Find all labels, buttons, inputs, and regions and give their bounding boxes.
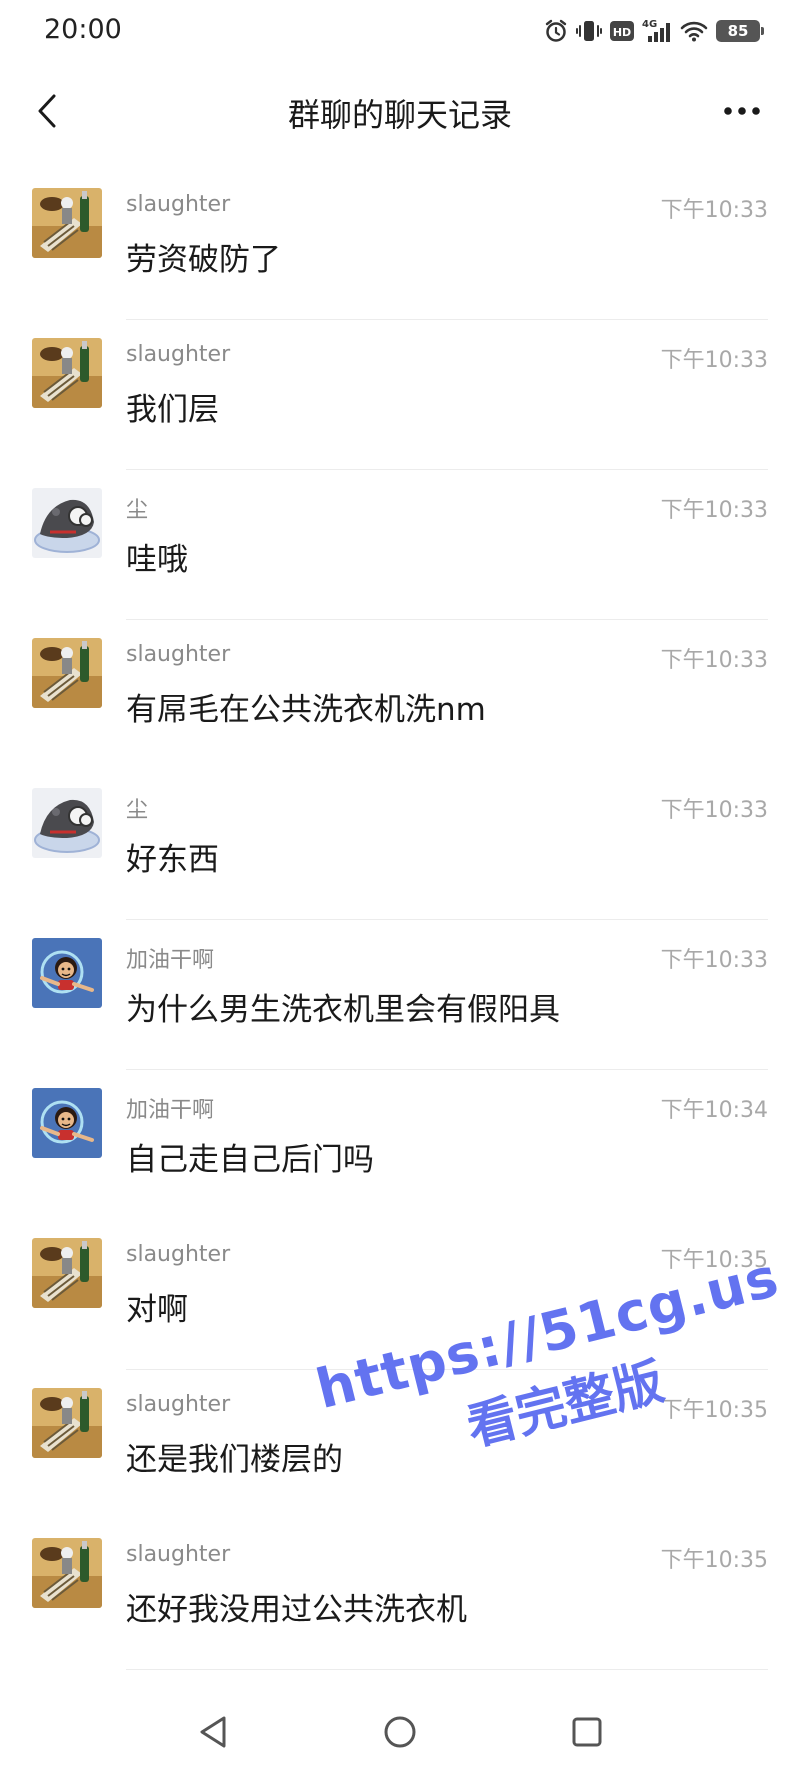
page-title: 群聊的聊天记录 xyxy=(287,96,512,134)
system-back-button[interactable] xyxy=(183,1702,243,1762)
message-time: 下午10:35 xyxy=(660,1398,768,1423)
sender-name: slaughter xyxy=(126,1542,231,1567)
sender-name: 加油干啊 xyxy=(126,948,215,973)
message-text: 劳资破防了 xyxy=(126,242,281,278)
message-text: 还好我没用过公共洗衣机 xyxy=(126,1592,467,1628)
message-text: 对啊 xyxy=(126,1292,188,1328)
alarm-icon xyxy=(545,19,567,42)
more-button[interactable] xyxy=(714,86,770,136)
message-time: 下午10:35 xyxy=(660,1548,768,1573)
signal-4g-icon: 4G xyxy=(642,19,670,42)
avatar[interactable] xyxy=(32,788,102,858)
list-item[interactable]: slaughter 下午10:33 有屌毛在公共洗衣机洗nm xyxy=(0,620,800,770)
triangle-back-icon xyxy=(200,1716,226,1748)
avatar[interactable] xyxy=(32,1238,102,1308)
battery-indicator: 85 xyxy=(716,20,764,42)
svg-text:HD: HD xyxy=(613,26,631,39)
message-time: 下午10:33 xyxy=(660,948,768,973)
status-bar: 20:00 HD 4G 85 xyxy=(0,0,800,62)
avatar[interactable] xyxy=(32,938,102,1008)
list-item[interactable]: slaughter 下午10:33 我们层 xyxy=(0,320,800,470)
avatar[interactable] xyxy=(32,1088,102,1158)
divider xyxy=(126,1669,768,1670)
message-time: 下午10:33 xyxy=(660,798,768,823)
message-text: 有屌毛在公共洗衣机洗nm xyxy=(126,692,486,728)
sender-name: slaughter xyxy=(126,342,231,367)
more-horizontal-icon xyxy=(724,107,760,115)
message-time: 下午10:33 xyxy=(660,348,768,373)
hd-icon: HD xyxy=(610,21,634,41)
square-recents-icon xyxy=(572,1717,602,1747)
sender-name: 加油干啊 xyxy=(126,1098,215,1123)
system-home-button[interactable] xyxy=(370,1702,430,1762)
message-time: 下午10:33 xyxy=(660,198,768,223)
message-time: 下午10:35 xyxy=(660,1248,768,1273)
system-navigation-bar xyxy=(0,1680,800,1784)
svg-text:4G: 4G xyxy=(642,19,657,30)
list-item[interactable]: slaughter 下午10:35 还好我没用过公共洗衣机 xyxy=(0,1520,800,1670)
status-time: 20:00 xyxy=(44,14,122,45)
sender-name: 尘 xyxy=(126,798,149,823)
chat-history-list[interactable]: slaughter 下午10:33 劳资破防了 slaughter 下午10:3… xyxy=(0,170,800,1670)
message-text: 好东西 xyxy=(126,842,219,878)
vibrate-icon xyxy=(576,21,602,41)
sender-name: 尘 xyxy=(126,498,149,523)
list-item[interactable]: 加油干啊 下午10:34 自己走自己后门吗 xyxy=(0,1070,800,1220)
avatar[interactable] xyxy=(32,188,102,258)
list-item[interactable]: 尘 下午10:33 哇哦 xyxy=(0,470,800,620)
message-text: 我们层 xyxy=(126,392,219,428)
sender-name: slaughter xyxy=(126,1242,231,1267)
avatar[interactable] xyxy=(32,488,102,558)
message-text: 哇哦 xyxy=(126,542,188,578)
message-time: 下午10:34 xyxy=(660,1098,768,1123)
avatar[interactable] xyxy=(32,1388,102,1458)
list-item[interactable]: slaughter 下午10:33 劳资破防了 xyxy=(0,170,800,320)
sender-name: slaughter xyxy=(126,1392,231,1417)
sender-name: slaughter xyxy=(126,192,231,217)
avatar[interactable] xyxy=(32,638,102,708)
wifi-icon xyxy=(680,21,708,42)
circle-home-icon xyxy=(384,1716,416,1748)
message-text: 还是我们楼层的 xyxy=(126,1442,343,1478)
message-text: 自己走自己后门吗 xyxy=(126,1142,374,1178)
system-recents-button[interactable] xyxy=(557,1702,617,1762)
sender-name: slaughter xyxy=(126,642,231,667)
list-item[interactable]: 尘 下午10:33 好东西 xyxy=(0,770,800,920)
status-icons: HD 4G 85 xyxy=(544,14,764,48)
list-item[interactable]: 加油干啊 下午10:33 为什么男生洗衣机里会有假阳具 xyxy=(0,920,800,1070)
avatar[interactable] xyxy=(32,1538,102,1608)
message-text: 为什么男生洗衣机里会有假阳具 xyxy=(126,992,560,1028)
header: 群聊的聊天记录 xyxy=(0,62,800,162)
message-time: 下午10:33 xyxy=(660,498,768,523)
message-time: 下午10:33 xyxy=(660,648,768,673)
list-item[interactable]: slaughter 下午10:35 还是我们楼层的 xyxy=(0,1370,800,1520)
list-item[interactable]: slaughter 下午10:35 对啊 xyxy=(0,1220,800,1370)
avatar[interactable] xyxy=(32,338,102,408)
